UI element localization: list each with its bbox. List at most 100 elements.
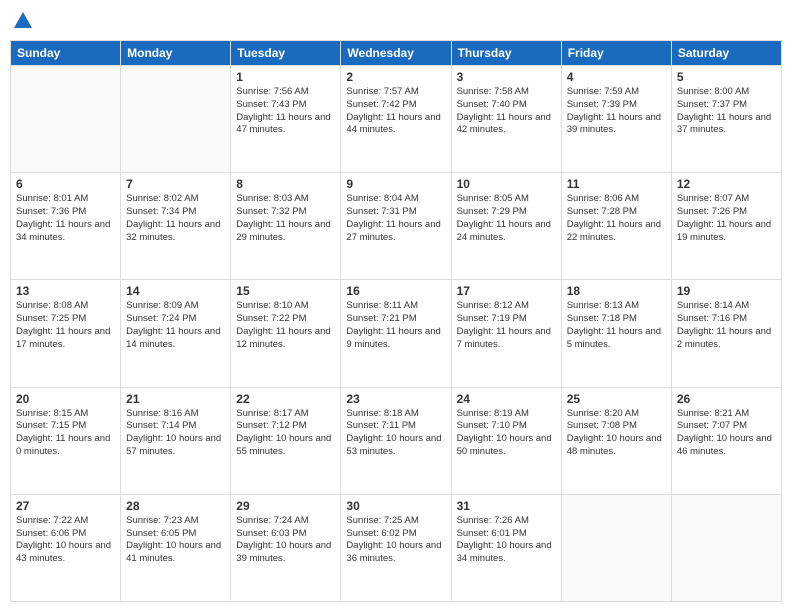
day-info: Sunrise: 7:25 AMSunset: 6:02 PMDaylight:…: [346, 515, 445, 566]
calendar-cell: 1 Sunrise: 7:56 AMSunset: 7:43 PMDaylight…: [231, 66, 341, 173]
day-number: 8: [236, 177, 335, 191]
day-number: 26: [677, 392, 776, 406]
weekday-header-row: SundayMondayTuesdayWednesdayThursdayFrid…: [11, 41, 782, 66]
calendar-cell: 5 Sunrise: 8:00 AMSunset: 7:37 PMDaylight…: [671, 66, 781, 173]
weekday-header: Monday: [121, 41, 231, 66]
calendar-cell: 2 Sunrise: 7:57 AMSunset: 7:42 PMDaylight…: [341, 66, 451, 173]
day-info: Sunrise: 7:56 AMSunset: 7:43 PMDaylight:…: [236, 86, 335, 137]
day-info: Sunrise: 8:05 AMSunset: 7:29 PMDaylight:…: [457, 193, 556, 244]
day-number: 15: [236, 284, 335, 298]
weekday-header: Thursday: [451, 41, 561, 66]
calendar-cell: 30Sunrise: 7:25 AMSunset: 6:02 PMDayligh…: [341, 494, 451, 601]
calendar-week-row: 27 Sunrise: 7:22 AMSunset: 6:06 PMDayligh…: [11, 494, 782, 601]
day-info: Sunrise: 8:15 AMSunset: 7:15 PMDaylight:…: [16, 408, 115, 459]
calendar-cell: 17 Sunrise: 8:12 AMSunset: 7:19 PMDayligh…: [451, 280, 561, 387]
day-number: 7: [126, 177, 225, 191]
calendar-cell: 24 Sunrise: 8:19 AMSunset: 7:10 PMDayligh…: [451, 387, 561, 494]
day-info: Sunrise: 7:23 AMSunset: 6:05 PMDaylight:…: [126, 515, 225, 566]
day-number: 10: [457, 177, 556, 191]
day-info: Sunrise: 8:02 AMSunset: 7:34 PMDaylight:…: [126, 193, 225, 244]
day-info: Sunrise: 8:11 AMSunset: 7:21 PMDaylight:…: [346, 300, 445, 351]
day-info: Sunrise: 8:10 AMSunset: 7:22 PMDaylight:…: [236, 300, 335, 351]
day-number: 17: [457, 284, 556, 298]
day-number: 13: [16, 284, 115, 298]
day-info: Sunrise: 8:08 AMSunset: 7:25 PMDaylight:…: [16, 300, 115, 351]
day-info: Sunrise: 8:00 AMSunset: 7:37 PMDaylight:…: [677, 86, 776, 137]
day-info: Sunrise: 8:18 AMSunset: 7:11 PMDaylight:…: [346, 408, 445, 459]
day-info: Sunrise: 8:20 AMSunset: 7:08 PMDaylight:…: [567, 408, 666, 459]
day-number: 25: [567, 392, 666, 406]
day-info: Sunrise: 8:16 AMSunset: 7:14 PMDaylight:…: [126, 408, 225, 459]
day-number: 19: [677, 284, 776, 298]
day-info: Sunrise: 8:07 AMSunset: 7:26 PMDaylight:…: [677, 193, 776, 244]
weekday-header: Sunday: [11, 41, 121, 66]
day-number: 23: [346, 392, 445, 406]
calendar-cell: 25 Sunrise: 8:20 AMSunset: 7:08 PMDayligh…: [561, 387, 671, 494]
calendar-week-row: 13 Sunrise: 8:08 AMSunset: 7:25 PMDayligh…: [11, 280, 782, 387]
calendar-cell: 6Sunrise: 8:01 AMSunset: 7:36 PMDaylight…: [11, 173, 121, 280]
calendar-cell: 31 Sunrise: 7:26 AMSunset: 6:01 PMDayligh…: [451, 494, 561, 601]
calendar-cell: 7 Sunrise: 8:02 AMSunset: 7:34 PMDaylight…: [121, 173, 231, 280]
calendar-cell: [671, 494, 781, 601]
calendar-cell: 10 Sunrise: 8:05 AMSunset: 7:29 PMDayligh…: [451, 173, 561, 280]
calendar-cell: [121, 66, 231, 173]
day-number: 18: [567, 284, 666, 298]
calendar-week-row: 6Sunrise: 8:01 AMSunset: 7:36 PMDaylight…: [11, 173, 782, 280]
calendar-cell: 13 Sunrise: 8:08 AMSunset: 7:25 PMDayligh…: [11, 280, 121, 387]
weekday-header: Tuesday: [231, 41, 341, 66]
day-number: 20: [16, 392, 115, 406]
day-number: 5: [677, 70, 776, 84]
calendar-cell: 29Sunrise: 7:24 AMSunset: 6:03 PMDayligh…: [231, 494, 341, 601]
day-number: 22: [236, 392, 335, 406]
calendar: SundayMondayTuesdayWednesdayThursdayFrid…: [10, 40, 782, 602]
day-info: Sunrise: 8:03 AMSunset: 7:32 PMDaylight:…: [236, 193, 335, 244]
calendar-cell: 28 Sunrise: 7:23 AMSunset: 6:05 PMDayligh…: [121, 494, 231, 601]
calendar-cell: 3 Sunrise: 7:58 AMSunset: 7:40 PMDaylight…: [451, 66, 561, 173]
day-info: Sunrise: 8:12 AMSunset: 7:19 PMDaylight:…: [457, 300, 556, 351]
day-number: 9: [346, 177, 445, 191]
day-number: 29: [236, 499, 335, 513]
day-info: Sunrise: 7:57 AMSunset: 7:42 PMDaylight:…: [346, 86, 445, 137]
calendar-cell: 8 Sunrise: 8:03 AMSunset: 7:32 PMDaylight…: [231, 173, 341, 280]
day-info: Sunrise: 8:09 AMSunset: 7:24 PMDaylight:…: [126, 300, 225, 351]
calendar-cell: 11Sunrise: 8:06 AMSunset: 7:28 PMDayligh…: [561, 173, 671, 280]
day-number: 31: [457, 499, 556, 513]
day-number: 24: [457, 392, 556, 406]
day-number: 4: [567, 70, 666, 84]
day-info: Sunrise: 7:26 AMSunset: 6:01 PMDaylight:…: [457, 515, 556, 566]
day-number: 21: [126, 392, 225, 406]
calendar-cell: 18 Sunrise: 8:13 AMSunset: 7:18 PMDayligh…: [561, 280, 671, 387]
day-number: 16: [346, 284, 445, 298]
day-info: Sunrise: 8:19 AMSunset: 7:10 PMDaylight:…: [457, 408, 556, 459]
day-info: Sunrise: 8:17 AMSunset: 7:12 PMDaylight:…: [236, 408, 335, 459]
day-number: 3: [457, 70, 556, 84]
weekday-header: Wednesday: [341, 41, 451, 66]
day-number: 11: [567, 177, 666, 191]
logo-icon: [12, 10, 34, 32]
calendar-cell: 26 Sunrise: 8:21 AMSunset: 7:07 PMDayligh…: [671, 387, 781, 494]
day-info: Sunrise: 8:13 AMSunset: 7:18 PMDaylight:…: [567, 300, 666, 351]
day-number: 1: [236, 70, 335, 84]
day-info: Sunrise: 8:14 AMSunset: 7:16 PMDaylight:…: [677, 300, 776, 351]
day-info: Sunrise: 7:58 AMSunset: 7:40 PMDaylight:…: [457, 86, 556, 137]
calendar-cell: 9 Sunrise: 8:04 AMSunset: 7:31 PMDaylight…: [341, 173, 451, 280]
day-info: Sunrise: 7:22 AMSunset: 6:06 PMDaylight:…: [16, 515, 115, 566]
weekday-header: Saturday: [671, 41, 781, 66]
calendar-cell: 12Sunrise: 8:07 AMSunset: 7:26 PMDayligh…: [671, 173, 781, 280]
calendar-cell: 4 Sunrise: 7:59 AMSunset: 7:39 PMDaylight…: [561, 66, 671, 173]
day-info: Sunrise: 8:04 AMSunset: 7:31 PMDaylight:…: [346, 193, 445, 244]
page: SundayMondayTuesdayWednesdayThursdayFrid…: [0, 0, 792, 612]
calendar-cell: 16 Sunrise: 8:11 AMSunset: 7:21 PMDayligh…: [341, 280, 451, 387]
calendar-cell: [11, 66, 121, 173]
header: [10, 10, 782, 32]
calendar-week-row: 1 Sunrise: 7:56 AMSunset: 7:43 PMDaylight…: [11, 66, 782, 173]
day-info: Sunrise: 8:21 AMSunset: 7:07 PMDaylight:…: [677, 408, 776, 459]
day-info: Sunrise: 8:01 AMSunset: 7:36 PMDaylight:…: [16, 193, 115, 244]
day-info: Sunrise: 7:59 AMSunset: 7:39 PMDaylight:…: [567, 86, 666, 137]
calendar-week-row: 20 Sunrise: 8:15 AMSunset: 7:15 PMDayligh…: [11, 387, 782, 494]
day-number: 14: [126, 284, 225, 298]
calendar-cell: 15 Sunrise: 8:10 AMSunset: 7:22 PMDayligh…: [231, 280, 341, 387]
day-number: 2: [346, 70, 445, 84]
day-number: 28: [126, 499, 225, 513]
day-number: 27: [16, 499, 115, 513]
